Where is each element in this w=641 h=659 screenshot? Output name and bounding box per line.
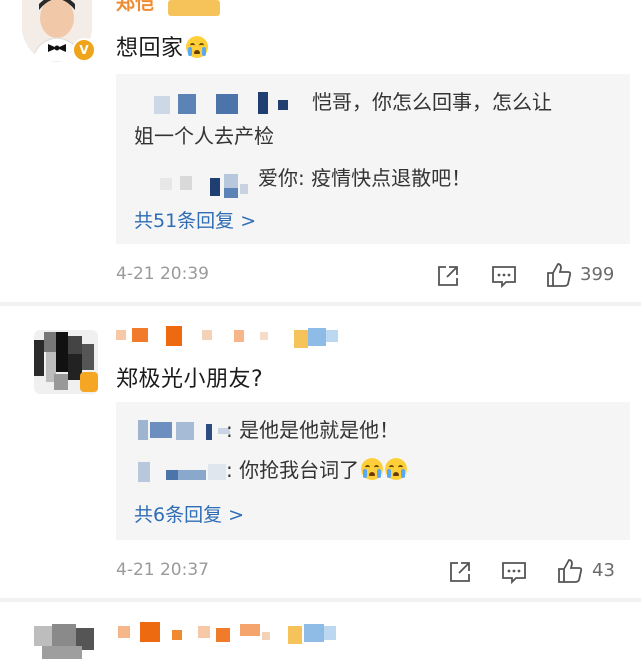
masked-username xyxy=(154,90,300,116)
view-more-replies-link[interactable]: 共6条回复 > xyxy=(134,500,244,527)
thumbs-up-icon[interactable] xyxy=(556,557,584,585)
thumbs-up-icon[interactable] xyxy=(545,261,573,289)
timestamp: 4-21 20:37 xyxy=(116,560,209,580)
comment-text: 想回家 xyxy=(116,30,208,62)
reply-text: 恺哥，你怎么回事，怎么让 xyxy=(312,90,552,114)
avatar[interactable] xyxy=(34,624,98,659)
crying-emoji-icon xyxy=(185,36,208,58)
comment-divider xyxy=(0,598,641,602)
masked-username xyxy=(138,456,240,484)
crying-emoji-icon xyxy=(385,458,408,480)
member-badge-icon xyxy=(168,0,220,16)
view-more-replies-link[interactable]: 共51条回复 > xyxy=(134,206,256,233)
verified-badge: V xyxy=(72,38,96,62)
crying-emoji-icon xyxy=(361,458,384,480)
like-count: 399 xyxy=(580,264,615,285)
reply-text: : 是他是他就是他！ xyxy=(226,418,400,442)
reply-text: 姐一个人去产检 xyxy=(134,124,274,148)
masked-username xyxy=(138,416,240,444)
reply-text: 爱你: 疫情快点退散吧！ xyxy=(258,166,472,190)
reply-preview-box[interactable]: 恺哥，你怎么回事，怎么让 姐一个人去产检 爱你: 疫情快点退散吧！ 共51条回复… xyxy=(116,74,630,244)
comment-divider xyxy=(0,302,641,306)
comment-icon[interactable] xyxy=(501,560,527,584)
comment-text: 郑极光小朋友? xyxy=(116,367,264,392)
username[interactable]: 郑恺 xyxy=(116,0,154,15)
reply-preview-box[interactable]: : 是他是他就是他！ : 你抢我台词了 共6条回复 > xyxy=(116,402,630,540)
comment-text-content: 想回家 xyxy=(116,36,184,61)
comment-icon[interactable] xyxy=(491,264,517,288)
masked-username[interactable] xyxy=(116,326,346,352)
reply-text-content: : 你抢我台词了 xyxy=(226,458,360,482)
share-icon[interactable] xyxy=(448,560,472,584)
share-icon[interactable] xyxy=(436,264,460,288)
reply-text: : 你抢我台词了 xyxy=(226,454,408,486)
like-count: 43 xyxy=(592,560,615,581)
avatar[interactable] xyxy=(34,330,98,394)
timestamp: 4-21 20:39 xyxy=(116,264,209,284)
masked-username[interactable] xyxy=(116,622,346,648)
masked-username xyxy=(160,172,270,198)
